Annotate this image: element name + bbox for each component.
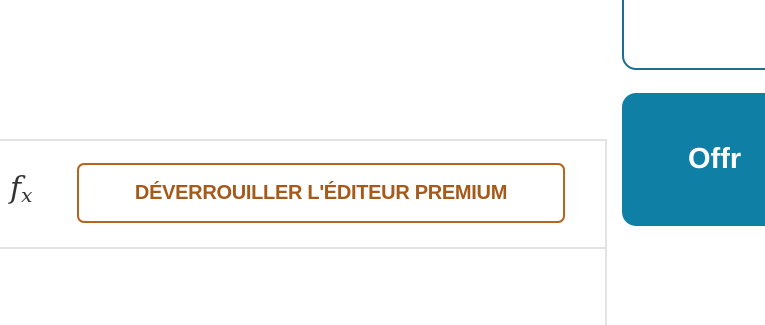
fx-subscript: x xyxy=(21,183,33,207)
panel-divider xyxy=(605,249,607,325)
page: fx DÉVERROUILLER L'ÉDITEUR PREMIUM Offr xyxy=(0,0,765,325)
offer-button-label: Offr xyxy=(688,143,742,175)
formula-icon: fx xyxy=(10,171,33,207)
top-right-input-box[interactable] xyxy=(622,0,765,70)
fx-symbol: f xyxy=(10,171,22,206)
unlock-premium-editor-button[interactable]: DÉVERROUILLER L'ÉDITEUR PREMIUM xyxy=(77,163,565,223)
formula-bar: fx DÉVERROUILLER L'ÉDITEUR PREMIUM xyxy=(0,139,607,249)
offer-button[interactable]: Offr xyxy=(622,93,765,226)
